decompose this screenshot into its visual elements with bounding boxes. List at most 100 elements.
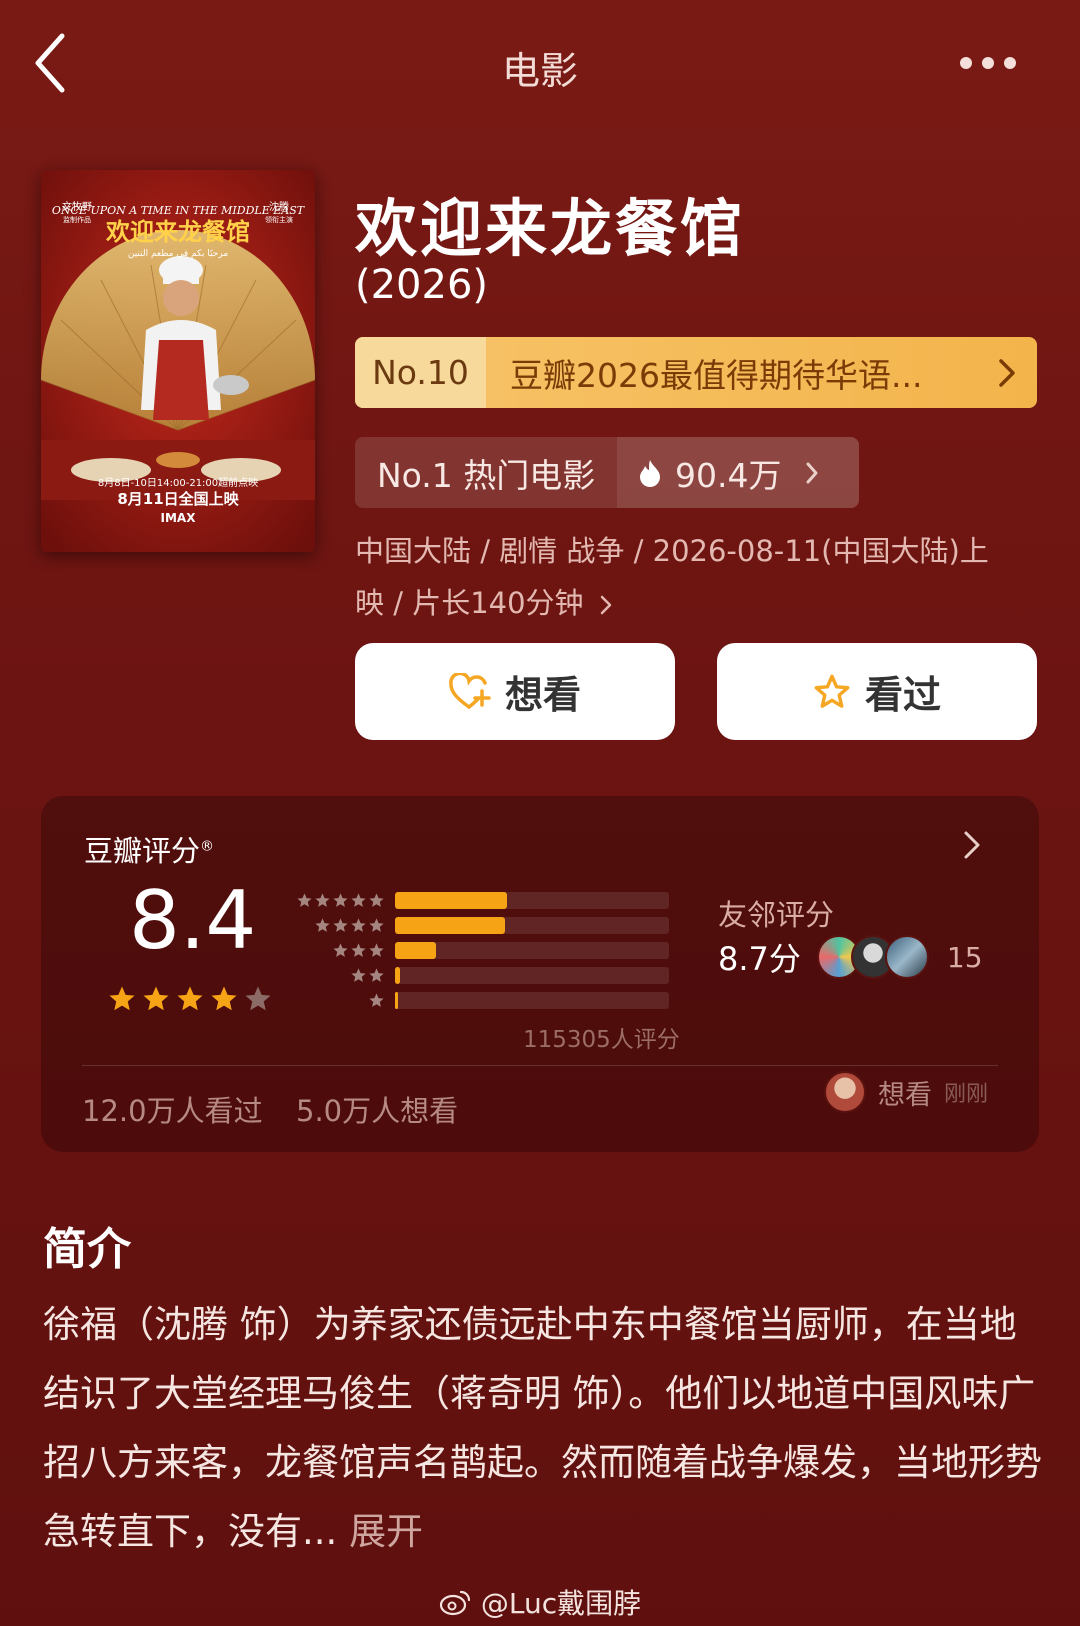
watermark-text: @Luc戴围脖 — [480, 1587, 642, 1620]
score-stars — [107, 984, 273, 1014]
rating-bar-fill — [395, 942, 437, 959]
small-star-icon — [369, 893, 384, 907]
poster-release: 8月11日全国上映 — [117, 490, 239, 508]
hot-ranking-link[interactable]: No.1 热门电影 90.4万 — [355, 437, 859, 508]
filled-star-icon — [211, 986, 237, 1011]
rating-bar-track — [395, 992, 669, 1009]
expand-link[interactable]: 展开 — [349, 1510, 423, 1553]
small-star-icon — [351, 943, 366, 957]
rating-bar-2-star — [289, 963, 669, 988]
poster-title: 欢迎来龙餐馆 — [105, 218, 250, 246]
chevron-right-icon[interactable] — [963, 830, 981, 864]
synopsis-body: 徐福（沈腾 饰）为养家还债远赴中东中餐馆当厨师，在当地结识了大堂经理马俊生（蒋奇… — [43, 1303, 1042, 1553]
more-options-button[interactable] — [960, 50, 1030, 76]
want-to-watch-button[interactable]: 想看 — [355, 643, 675, 740]
rating-bar-1-star — [289, 988, 669, 1013]
filled-star-icon — [143, 986, 169, 1011]
rating-distribution — [289, 888, 669, 1013]
seen-count[interactable]: 12.0万人看过 — [82, 1088, 263, 1130]
small-star-icon — [369, 918, 384, 932]
poster-right-credit-sub: 领衔主演 — [265, 215, 293, 224]
chevron-right-icon — [977, 337, 1037, 408]
seen-button-label: 看过 — [864, 673, 941, 717]
more-dot-icon — [982, 57, 994, 69]
rating-bar-3-star — [289, 938, 669, 963]
row-stars — [289, 917, 385, 934]
rating-label: 豆瓣评分® — [84, 834, 215, 868]
row-stars — [289, 942, 385, 959]
avatar — [884, 935, 929, 979]
flame-icon — [640, 459, 660, 487]
poster-right-credit: 沈腾 — [269, 200, 289, 213]
synopsis-text: 徐福（沈腾 饰）为养家还债远赴中东中餐馆当厨师，在当地结识了大堂经理马俊生（蒋奇… — [43, 1290, 1043, 1566]
small-star-icon — [333, 918, 348, 932]
rating-bar-track — [395, 917, 669, 934]
friends-rating-label: 友邻评分 — [718, 898, 835, 932]
synopsis-heading: 简介 — [43, 1224, 131, 1275]
rank-number: No.10 — [355, 337, 486, 408]
small-star-icon — [351, 918, 366, 932]
poster-arabic-title: مرحبًا بكم في مطعم التنين — [128, 249, 228, 259]
chevron-right-icon — [806, 462, 818, 483]
friends-count: 15 — [946, 940, 983, 974]
rating-bar-5-star — [289, 888, 669, 913]
recent-activity[interactable]: 想看 刚刚 — [824, 1071, 988, 1113]
rating-bar-fill — [395, 917, 505, 934]
rating-bar-fill — [395, 892, 508, 909]
watermark: @Luc戴围脖 — [0, 1582, 1080, 1622]
watched-button[interactable]: 看过 — [717, 643, 1037, 740]
heart-plus-icon — [449, 672, 491, 709]
small-star-icon — [333, 943, 348, 957]
rating-count: 115305人评分 — [523, 1027, 680, 1053]
small-star-icon — [369, 993, 384, 1007]
rating-score: 8.4 — [129, 874, 257, 967]
chevron-right-icon — [600, 595, 612, 615]
rating-bar-track — [395, 942, 669, 959]
small-star-icon — [315, 893, 330, 907]
poster-preview: 8月8日-10日14:00-21:00超前点映 — [98, 476, 258, 489]
movie-title: 欢迎来龙餐馆 — [355, 192, 746, 265]
want-button-label: 想看 — [504, 673, 581, 717]
rating-bar-fill — [395, 992, 399, 1009]
rating-card[interactable]: 豆瓣评分® 8.4 115305人评分 友邻评分 8.7分 15 12.0万人看… — [41, 796, 1039, 1152]
friends-rating-row[interactable]: 8.7分 15 — [718, 934, 983, 980]
filled-star-icon — [177, 986, 203, 1011]
small-star-icon — [369, 968, 384, 982]
want-count[interactable]: 5.0万人想看 — [296, 1088, 458, 1130]
small-star-icon — [315, 918, 330, 932]
friends-score: 8.7分 — [718, 940, 801, 978]
small-star-icon — [369, 943, 384, 957]
hot-count: 90.4万 — [675, 455, 782, 495]
ranking-list-link[interactable]: No.10 豆瓣2026最值得期待华语... — [355, 337, 1037, 408]
poster-imax: IMAX — [161, 511, 197, 525]
poster-left-credit: 文牧野 — [62, 200, 92, 213]
rating-bar-track — [395, 967, 669, 984]
more-dot-icon — [960, 57, 972, 69]
weibo-icon — [439, 1590, 470, 1616]
divider — [82, 1065, 998, 1066]
row-stars — [289, 992, 385, 1009]
rating-bar-track — [395, 892, 669, 909]
empty-star-icon — [245, 986, 271, 1011]
poster-left-credit-sub: 监制作品 — [63, 215, 91, 224]
rank-list-title: 豆瓣2026最值得期待华语... — [510, 355, 923, 395]
small-star-icon — [351, 968, 366, 982]
row-stars — [289, 892, 385, 909]
avatar — [824, 1071, 866, 1113]
recent-action: 想看 — [878, 1079, 932, 1111]
small-star-icon — [333, 893, 348, 907]
hot-rank-label: No.1 热门电影 — [377, 455, 596, 495]
meta-text: 中国大陆 / 剧情 战争 / 2026-08-11(中国大陆)上映 / 片长14… — [355, 534, 989, 620]
filled-star-icon — [109, 986, 135, 1011]
star-outline-icon — [814, 674, 850, 708]
small-star-icon — [297, 893, 312, 907]
small-star-icon — [351, 893, 366, 907]
rating-bar-fill — [395, 967, 401, 984]
movie-meta-info[interactable]: 中国大陆 / 剧情 战争 / 2026-08-11(中国大陆)上映 / 片长14… — [355, 525, 1015, 629]
hot-count-section: 90.4万 — [617, 437, 859, 508]
row-stars — [289, 967, 385, 984]
movie-year: (2026) — [355, 262, 489, 308]
movie-poster[interactable]: ONCE UPON A TIME IN THE MIDDLE EAST 欢迎来龙… — [41, 170, 315, 552]
more-dot-icon — [1004, 57, 1016, 69]
page-title: 电影 — [501, 49, 578, 93]
